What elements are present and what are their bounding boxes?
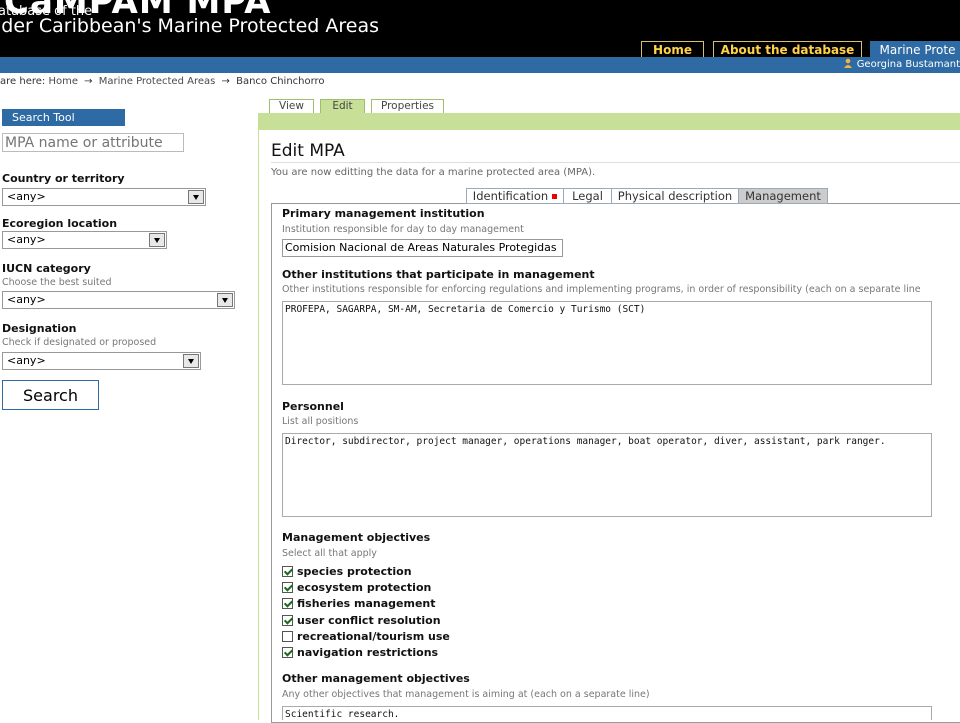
primary-institution-label: Primary management institution bbox=[282, 207, 485, 220]
nav-about-database[interactable]: About the database bbox=[713, 41, 862, 57]
other-objectives-label: Other management objectives bbox=[282, 672, 470, 685]
content-left-border bbox=[258, 113, 259, 720]
ecoregion-select-value: <any> bbox=[7, 233, 46, 246]
ecoregion-filter-label: Ecoregion location bbox=[2, 217, 118, 230]
objective-species-protection[interactable]: species protection bbox=[282, 565, 412, 579]
primary-institution-input[interactable]: Comision Nacional de Areas Naturales Pro… bbox=[282, 239, 563, 257]
designation-select[interactable]: <any> bbox=[2, 352, 201, 370]
checkbox-unchecked[interactable] bbox=[282, 631, 293, 642]
tab-edit[interactable]: Edit bbox=[320, 99, 365, 113]
user-bar: Georgina Bustamant bbox=[0, 57, 960, 73]
personnel-label: Personnel bbox=[282, 400, 344, 413]
page-title: Edit MPA bbox=[271, 141, 345, 161]
title-divider bbox=[271, 162, 960, 163]
tab-legal[interactable]: Legal bbox=[563, 188, 612, 204]
tab-identification[interactable]: Identification bbox=[466, 188, 564, 204]
objective-label: fisheries management bbox=[297, 597, 436, 610]
breadcrumb-prefix: are here: bbox=[0, 76, 46, 87]
nav-home[interactable]: Home bbox=[641, 41, 704, 57]
breadcrumb-marine-protected-areas[interactable]: Marine Protected Areas bbox=[99, 76, 216, 87]
objective-label: recreational/tourism use bbox=[297, 630, 450, 643]
tab-properties[interactable]: Properties bbox=[371, 99, 444, 113]
breadcrumb-arrow-icon: → bbox=[221, 76, 230, 87]
other-institutions-label: Other institutions that participate in m… bbox=[282, 268, 595, 281]
designation-filter-help: Check if designated or proposed bbox=[2, 337, 157, 348]
checkbox-checked[interactable] bbox=[282, 598, 293, 609]
nav-marine-protected-areas[interactable]: Marine Prote bbox=[870, 41, 960, 57]
checkbox-checked[interactable] bbox=[282, 582, 293, 593]
chevron-down-icon[interactable] bbox=[183, 354, 199, 368]
country-select[interactable]: <any> bbox=[2, 188, 206, 206]
iucn-select[interactable]: <any> bbox=[2, 291, 235, 309]
country-select-value: <any> bbox=[7, 190, 46, 203]
objectives-label: Management objectives bbox=[282, 531, 431, 544]
mpa-search-input[interactable] bbox=[2, 133, 184, 152]
chevron-down-icon[interactable] bbox=[149, 233, 165, 247]
search-tool-header: Search Tool bbox=[2, 109, 125, 126]
search-button[interactable]: Search bbox=[2, 380, 99, 410]
personnel-help: List all positions bbox=[282, 416, 359, 427]
breadcrumb-home[interactable]: Home bbox=[48, 76, 78, 87]
designation-select-value: <any> bbox=[7, 354, 46, 367]
site-subtitle-line2: ider Caribbean's Marine Protected Areas bbox=[0, 15, 380, 37]
iucn-select-value: <any> bbox=[7, 293, 46, 306]
other-objectives-help: Any other objectives that management is … bbox=[282, 689, 650, 700]
objectives-help: Select all that apply bbox=[282, 548, 377, 559]
objective-label: species protection bbox=[297, 565, 412, 578]
designation-filter-label: Designation bbox=[2, 322, 77, 335]
user-info[interactable]: Georgina Bustamant bbox=[843, 57, 960, 73]
edit-toolbar-bar bbox=[258, 113, 960, 130]
ecoregion-select[interactable]: <any> bbox=[2, 231, 167, 249]
primary-institution-help: Institution responsible for day to day m… bbox=[282, 224, 524, 235]
objective-fisheries-management[interactable]: fisheries management bbox=[282, 597, 436, 611]
breadcrumb: are here: Home → Marine Protected Areas … bbox=[0, 76, 325, 87]
checkbox-checked[interactable] bbox=[282, 615, 293, 626]
breadcrumb-current: Banco Chinchorro bbox=[236, 76, 325, 87]
tab-management[interactable]: Management bbox=[738, 188, 828, 204]
objective-recreational-tourism-use[interactable]: recreational/tourism use bbox=[282, 630, 450, 644]
page-intro: You are now editting the data for a mari… bbox=[271, 167, 596, 178]
country-filter-label: Country or territory bbox=[2, 172, 125, 185]
objective-label: navigation restrictions bbox=[297, 646, 439, 659]
chevron-down-icon[interactable] bbox=[188, 190, 204, 204]
checkbox-checked[interactable] bbox=[282, 566, 293, 577]
iucn-filter-help: Choose the best suited bbox=[2, 277, 112, 288]
iucn-filter-label: IUCN category bbox=[2, 262, 91, 275]
site-header: CaMPAM MPA atabase of the ider Caribbean… bbox=[0, 0, 960, 57]
tab-view[interactable]: View bbox=[269, 99, 314, 113]
checkbox-checked[interactable] bbox=[282, 647, 293, 658]
required-marker-icon bbox=[552, 194, 558, 199]
user-name[interactable]: Georgina Bustamant bbox=[857, 59, 960, 70]
objective-label: user conflict resolution bbox=[297, 614, 441, 627]
other-institutions-textarea[interactable]: PROFEPA, SAGARPA, SM-AM, Secretaria de C… bbox=[282, 301, 932, 385]
user-icon bbox=[843, 58, 852, 68]
breadcrumb-arrow-icon: → bbox=[84, 76, 93, 87]
main-nav: Home About the database Marine Prote bbox=[0, 41, 960, 57]
chevron-down-icon[interactable] bbox=[217, 293, 233, 307]
other-institutions-help: Other institutions responsible for enfor… bbox=[282, 284, 921, 295]
objective-label: ecosystem protection bbox=[297, 581, 432, 594]
other-objectives-textarea[interactable]: Scientific research. bbox=[282, 706, 932, 720]
objective-navigation-restrictions[interactable]: navigation restrictions bbox=[282, 646, 438, 660]
objective-user-conflict-resolution[interactable]: user conflict resolution bbox=[282, 614, 441, 628]
tab-physical-description[interactable]: Physical description bbox=[611, 188, 739, 204]
tab-identification-label: Identification bbox=[472, 189, 549, 203]
objective-ecosystem-protection[interactable]: ecosystem protection bbox=[282, 581, 431, 595]
personnel-textarea[interactable]: Director, subdirector, project manager, … bbox=[282, 433, 932, 517]
